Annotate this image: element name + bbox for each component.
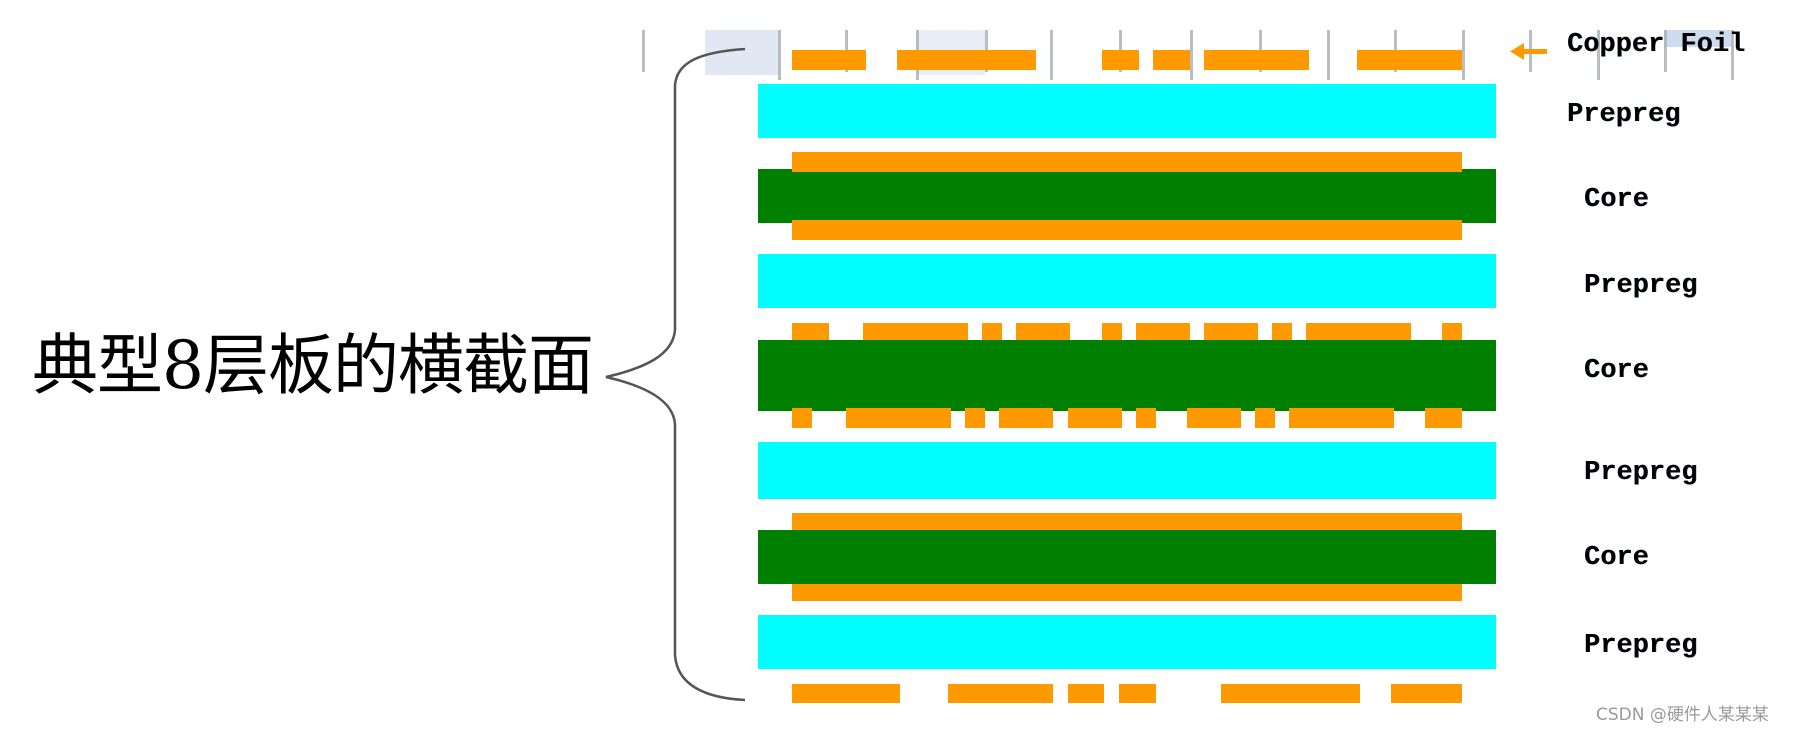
copper-trace-l4 bbox=[863, 323, 968, 340]
copper-trace-l1 bbox=[1153, 50, 1190, 70]
copper-trace-l4 bbox=[1204, 323, 1258, 340]
watermark: CSDN @硬件人某某某 bbox=[1596, 705, 1769, 725]
ruler-tick bbox=[1327, 30, 1330, 80]
ruler-tick bbox=[642, 30, 645, 72]
copper-trace-l4 bbox=[1272, 323, 1292, 340]
label-core-3: Core bbox=[1584, 543, 1649, 573]
copper-trace-l4 bbox=[1442, 323, 1462, 340]
copper-trace-l1 bbox=[1357, 50, 1462, 70]
copper-plane-l3 bbox=[792, 220, 1462, 240]
copper-trace-l1 bbox=[1102, 50, 1139, 70]
copper-trace-l8 bbox=[948, 684, 1053, 703]
copper-plane-l7 bbox=[792, 584, 1462, 601]
prepreg-layer-2 bbox=[758, 254, 1496, 308]
core-layer-2 bbox=[758, 340, 1496, 411]
prepreg-layer-1 bbox=[758, 84, 1496, 138]
copper-trace-l1 bbox=[1204, 50, 1309, 70]
prepreg-layer-3 bbox=[758, 442, 1496, 499]
copper-trace-l5 bbox=[1289, 408, 1394, 428]
core-layer-1 bbox=[758, 169, 1496, 223]
ruler-tick bbox=[1462, 30, 1465, 80]
ruler-tick bbox=[1190, 30, 1193, 80]
copper-trace-l8 bbox=[1221, 684, 1360, 703]
copper-trace-l4 bbox=[1136, 323, 1190, 340]
label-prepreg-4: Prepreg bbox=[1584, 631, 1698, 661]
diagram-title: 典型8层板的横截面 bbox=[32, 327, 594, 404]
copper-trace-l5 bbox=[1255, 408, 1275, 428]
copper-trace-l8 bbox=[1068, 684, 1104, 703]
label-core-1: Core bbox=[1584, 185, 1649, 215]
label-prepreg-3: Prepreg bbox=[1584, 458, 1698, 488]
pcb-stackup-diagram: 典型8层板的横截面 Copper Foil Prepreg Core Prepr… bbox=[0, 0, 1803, 732]
core-layer-3 bbox=[758, 530, 1496, 584]
copper-trace-l5 bbox=[1068, 408, 1122, 428]
copper-trace-l5 bbox=[846, 408, 951, 428]
label-core-2: Core bbox=[1584, 356, 1649, 386]
copper-plane-l6 bbox=[792, 513, 1462, 530]
copper-trace-l1 bbox=[897, 50, 1036, 70]
copper-trace-l4 bbox=[1306, 323, 1411, 340]
label-prepreg-2: Prepreg bbox=[1584, 271, 1698, 301]
copper-trace-l4 bbox=[1102, 323, 1122, 340]
copper-trace-l5 bbox=[792, 408, 812, 428]
label-copper-foil: Copper Foil bbox=[1567, 30, 1746, 60]
prepreg-layer-4 bbox=[758, 615, 1496, 669]
label-prepreg-1: Prepreg bbox=[1567, 100, 1681, 130]
copper-trace-l8 bbox=[1119, 684, 1156, 703]
copper-trace-l4 bbox=[792, 323, 829, 340]
copper-trace-l5 bbox=[999, 408, 1053, 428]
copper-trace-l5 bbox=[965, 408, 985, 428]
copper-trace-l8 bbox=[1391, 684, 1462, 703]
copper-trace-l4 bbox=[1016, 323, 1070, 340]
arrow-left-icon bbox=[1510, 43, 1547, 60]
copper-trace-l8 bbox=[792, 684, 900, 703]
ruler-tick bbox=[778, 30, 781, 80]
copper-trace-l5 bbox=[1425, 408, 1462, 428]
copper-trace-l1 bbox=[792, 50, 866, 70]
curly-brace bbox=[605, 47, 746, 702]
copper-trace-l4 bbox=[982, 323, 1002, 340]
ruler-tick bbox=[1050, 30, 1053, 80]
copper-trace-l5 bbox=[1136, 408, 1156, 428]
copper-trace-l5 bbox=[1187, 408, 1241, 428]
copper-plane-l2 bbox=[792, 152, 1462, 172]
